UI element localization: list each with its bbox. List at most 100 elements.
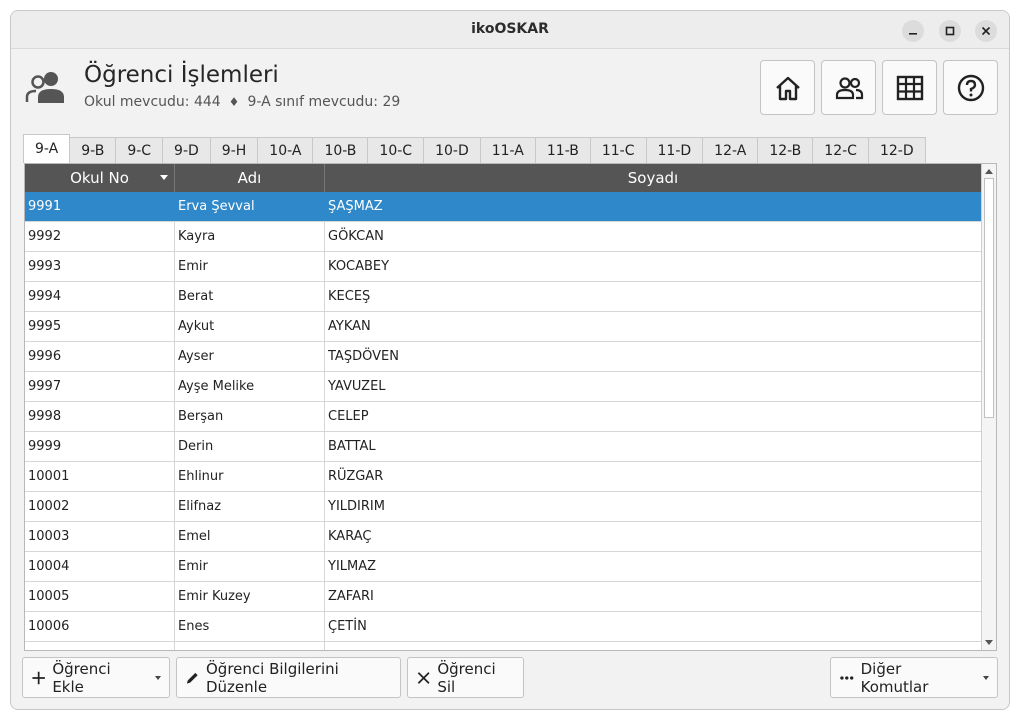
cell-adi: Derin	[175, 432, 325, 461]
cell-soyadi: CELEP	[325, 402, 982, 431]
table-row[interactable]: 9995 Aykut AYKAN	[25, 312, 982, 342]
cell-okul-no: 10006	[25, 612, 175, 641]
cell-okul-no: 9996	[25, 342, 175, 371]
minimize-button[interactable]	[902, 20, 924, 42]
cell-okul-no: 9994	[25, 282, 175, 311]
tab-9-c[interactable]: 9-C	[115, 137, 164, 163]
cell-okul-no: 9995	[25, 312, 175, 341]
tab-11-a[interactable]: 11-A	[479, 137, 536, 163]
table-row[interactable]: 9991 Erva Şevval ŞAŞMAZ	[25, 192, 982, 222]
table-row[interactable]: 9996 Ayser TAŞDÖVEN	[25, 342, 982, 372]
tab-12-b[interactable]: 12-B	[757, 137, 814, 163]
cell-okul-no: 9991	[25, 192, 175, 221]
cell-soyadi: BATTAL	[325, 432, 982, 461]
tab-12-a[interactable]: 12-A	[702, 137, 759, 163]
tab-12-c[interactable]: 12-C	[812, 137, 869, 163]
tab-11-c[interactable]: 11-C	[589, 137, 647, 163]
tab-10-c[interactable]: 10-C	[367, 137, 425, 163]
table-row[interactable]: 9998 Berşan CELEP	[25, 402, 982, 432]
delete-student-label: Öğrenci Sil	[437, 659, 496, 696]
table-row[interactable]: 9992 Kayra GÖKCAN	[25, 222, 982, 252]
maximize-icon	[945, 26, 955, 36]
column-header-adi[interactable]: Adı	[175, 164, 325, 192]
vertical-scrollbar[interactable]	[981, 164, 996, 650]
tab-10-a[interactable]: 10-A	[257, 137, 314, 163]
cell-adi: Ayser	[175, 342, 325, 371]
cell-okul-no: 9992	[25, 222, 175, 251]
minimize-icon	[909, 33, 917, 35]
chevron-down-icon[interactable]	[983, 675, 989, 680]
tab-10-d[interactable]: 10-D	[423, 137, 481, 163]
tab-12-d[interactable]: 12-D	[867, 137, 926, 163]
cell-soyadi: KOCABEY	[325, 252, 982, 281]
cell-okul-no: 9999	[25, 432, 175, 461]
table-button[interactable]	[882, 60, 937, 115]
table-row[interactable]: 10005 Emir Kuzey ZAFARI	[25, 582, 982, 612]
table-row[interactable]: 9997 Ayşe Melike YAVUZEL	[25, 372, 982, 402]
school-count: Okul mevcudu: 444	[84, 94, 221, 110]
delete-student-button[interactable]: Öğrenci Sil	[407, 657, 524, 698]
table-row[interactable]: 9994 Berat KECEŞ	[25, 282, 982, 312]
cell-soyadi	[325, 642, 982, 650]
table-row[interactable]: 10001 Ehlinur RÜZGAR	[25, 462, 982, 492]
tab-9-d[interactable]: 9-D	[162, 137, 211, 163]
cell-okul-no: 9993	[25, 252, 175, 281]
table-row[interactable]: 9999 Derin BATTAL	[25, 432, 982, 462]
table-row[interactable]: 9993 Emir KOCABEY	[25, 252, 982, 282]
more-commands-button[interactable]: Diğer Komutlar	[830, 657, 998, 698]
column-header-soyadi[interactable]: Soyadı	[325, 164, 982, 192]
header-subtitle: Okul mevcudu: 444 ♦ 9-A sınıf mevcudu: 2…	[84, 94, 400, 110]
home-button[interactable]	[760, 60, 815, 115]
cell-adi: Erva Şevval	[175, 192, 325, 221]
table-row[interactable]: 10006 Enes ÇETİN	[25, 612, 982, 642]
cell-soyadi: KECEŞ	[325, 282, 982, 311]
x-icon	[417, 671, 430, 684]
add-student-button[interactable]: Öğrenci Ekle	[22, 657, 170, 698]
tab-9-h[interactable]: 9-H	[209, 137, 259, 163]
scroll-up-arrow-icon[interactable]	[985, 169, 993, 174]
diamond-separator: ♦	[228, 95, 240, 109]
tab-10-b[interactable]: 10-B	[312, 137, 369, 163]
cell-okul-no: 10002	[25, 492, 175, 521]
students-table: Okul No Adı Soyadı 9991 Erva Şevval ŞAŞMAZ…	[24, 163, 997, 651]
edit-student-button[interactable]: Öğrenci Bilgilerini Düzenle	[176, 657, 401, 698]
window-title: ikoOSKAR	[471, 21, 549, 37]
table-row-partial[interactable]	[25, 642, 982, 650]
scrollbar-thumb[interactable]	[984, 178, 994, 418]
cell-soyadi: KARAÇ	[325, 522, 982, 551]
cell-soyadi: TAŞDÖVEN	[325, 342, 982, 371]
table-row[interactable]: 10002 Elifnaz YILDIRIM	[25, 492, 982, 522]
cell-okul-no: 10003	[25, 522, 175, 551]
more-commands-label: Diğer Komutlar	[860, 659, 929, 696]
cell-okul-no: 9998	[25, 402, 175, 431]
cell-soyadi: ÇETİN	[325, 612, 982, 641]
class-tabs: 9-A 9-B 9-C 9-D 9-H 10-A 10-B 10-C 10-D …	[23, 134, 926, 163]
tab-9-a[interactable]: 9-A	[23, 134, 71, 163]
close-button[interactable]	[975, 20, 997, 42]
table-body: 9991 Erva Şevval ŞAŞMAZ 9992 Kayra GÖKCAN 99…	[25, 192, 982, 650]
class-count: 9-A sınıf mevcudu: 29	[247, 94, 401, 110]
chevron-down-icon[interactable]	[155, 675, 161, 680]
table-row[interactable]: 10004 Emir YILMAZ	[25, 552, 982, 582]
tab-9-b[interactable]: 9-B	[69, 137, 117, 163]
cell-adi: Ayşe Melike	[175, 372, 325, 401]
close-icon	[981, 26, 991, 36]
cell-adi: Emir	[175, 252, 325, 281]
cell-adi: Enes	[175, 612, 325, 641]
maximize-button[interactable]	[939, 20, 961, 42]
students-button[interactable]	[821, 60, 876, 115]
column-header-okul-no[interactable]: Okul No	[25, 164, 175, 192]
cell-soyadi: YAVUZEL	[325, 372, 982, 401]
table-icon	[896, 75, 923, 100]
page-title: Öğrenci İşlemleri	[84, 62, 279, 88]
cell-okul-no	[25, 642, 175, 650]
cell-soyadi: RÜZGAR	[325, 462, 982, 491]
column-header-label: Okul No	[70, 169, 129, 187]
table-row[interactable]: 10003 Emel KARAÇ	[25, 522, 982, 552]
add-student-label: Öğrenci Ekle	[52, 659, 111, 696]
tab-11-d[interactable]: 11-D	[645, 137, 704, 163]
cell-adi: Emel	[175, 522, 325, 551]
help-button[interactable]	[943, 60, 998, 115]
scroll-down-arrow-icon[interactable]	[985, 640, 993, 645]
tab-11-b[interactable]: 11-B	[534, 137, 591, 163]
